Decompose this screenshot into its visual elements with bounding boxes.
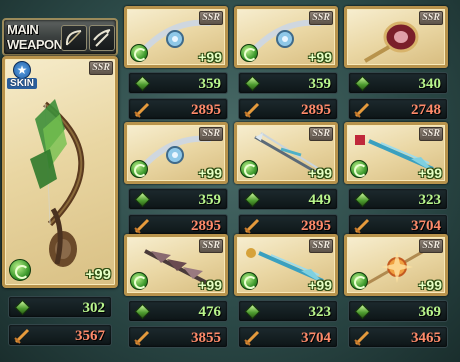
rarity-badge: SSR	[199, 127, 223, 141]
weapon-5-hp-stat: 449	[238, 188, 338, 210]
weapon-card[interactable]: SSR +99	[344, 234, 448, 296]
weapon-7-hp-stat: 476	[128, 300, 228, 322]
weapon-card[interactable]: SSR +99	[124, 6, 228, 68]
weapon-grid-screen: MAIN WEAPON ★ SKIN SSR +99 302 3567 SSR …	[0, 0, 460, 362]
wind-element-icon	[240, 44, 258, 62]
hp-icon	[354, 191, 371, 208]
plus-value: +99	[198, 277, 222, 293]
bow-icon[interactable]	[61, 25, 87, 51]
atk-icon	[354, 218, 370, 234]
main-hp-stat: 302	[8, 296, 112, 318]
hp-icon	[134, 191, 151, 208]
weapon-card[interactable]: SSR +99	[234, 122, 338, 184]
weapon-7-atk-stat: 3855	[128, 326, 228, 348]
plus-value: +99	[418, 165, 442, 181]
wind-element-icon	[350, 272, 368, 290]
plus-value: +99	[198, 49, 222, 65]
rarity-badge: SSR	[419, 11, 443, 25]
plus-value: +99	[85, 266, 111, 283]
atk-icon	[244, 102, 260, 118]
plus-value: +99	[418, 277, 442, 293]
atk-icon	[134, 102, 150, 118]
atk-icon	[244, 218, 260, 234]
plus-value: +99	[198, 165, 222, 181]
weapon-2-atk-stat: 2895	[238, 98, 338, 120]
hp-icon	[14, 299, 31, 316]
rarity-badge: SSR	[199, 239, 223, 253]
weapon-card[interactable]: SSR +99	[124, 122, 228, 184]
wind-element-icon	[350, 160, 368, 178]
hp-icon	[244, 191, 261, 208]
rarity-badge: SSR	[309, 11, 333, 25]
weapon-9-atk-stat: 3465	[348, 326, 448, 348]
rarity-badge: SSR	[199, 11, 223, 25]
atk-icon	[354, 330, 370, 346]
atk-icon	[244, 330, 260, 346]
rarity-badge: SSR	[419, 239, 443, 253]
wind-element-icon	[130, 44, 148, 62]
weapon-4-hp-stat: 359	[128, 188, 228, 210]
weapon-9-hp-stat: 369	[348, 300, 448, 322]
weapon-3-hp-stat: 340	[348, 72, 448, 94]
weapon-card[interactable]: SSR	[344, 6, 448, 68]
plus-value: +99	[308, 165, 332, 181]
weapon-card[interactable]: SSR +99	[234, 234, 338, 296]
wind-element-icon	[9, 259, 31, 281]
atk-icon	[354, 102, 370, 118]
crossbow-icon[interactable]	[89, 25, 115, 51]
weapon-6-hp-stat: 323	[348, 188, 448, 210]
atk-icon	[134, 330, 150, 346]
main-weapon-card[interactable]: ★ SKIN SSR +99	[2, 56, 118, 288]
weapon-card[interactable]: SSR +99	[124, 234, 228, 296]
weapon-2-hp-stat: 359	[238, 72, 338, 94]
weapon-6-atk-stat: 3704	[348, 214, 448, 236]
wind-element-icon	[240, 160, 258, 178]
wind-element-icon	[240, 272, 258, 290]
main-atk-stat: 3567	[8, 324, 112, 346]
weapon-1-hp-stat: 359	[128, 72, 228, 94]
hp-icon	[244, 303, 261, 320]
plus-value: +99	[308, 277, 332, 293]
rarity-badge: SSR	[419, 127, 443, 141]
weapon-8-atk-stat: 3704	[238, 326, 338, 348]
weapon-3-atk-stat: 2748	[348, 98, 448, 120]
wind-element-icon	[130, 272, 148, 290]
weapon-card[interactable]: SSR +99	[234, 6, 338, 68]
main-weapon-label: MAIN WEAPON	[7, 22, 63, 52]
hp-icon	[134, 303, 151, 320]
rarity-badge: SSR	[309, 127, 333, 141]
wind-element-icon	[130, 160, 148, 178]
rarity-badge: SSR	[309, 239, 333, 253]
hp-icon	[354, 75, 371, 92]
atk-icon	[134, 218, 150, 234]
weapon-1-atk-stat: 2895	[128, 98, 228, 120]
weapon-4-atk-stat: 2895	[128, 214, 228, 236]
main-weapon-art	[30, 99, 85, 267]
hp-icon	[354, 303, 371, 320]
weapon-5-atk-stat: 2895	[238, 214, 338, 236]
main-weapon-header: MAIN WEAPON	[2, 18, 118, 56]
atk-icon	[14, 328, 30, 344]
hp-icon	[244, 75, 261, 92]
weapon-card[interactable]: SSR +99	[344, 122, 448, 184]
hp-icon	[134, 75, 151, 92]
weapon-8-hp-stat: 323	[238, 300, 338, 322]
plus-value: +99	[308, 49, 332, 65]
